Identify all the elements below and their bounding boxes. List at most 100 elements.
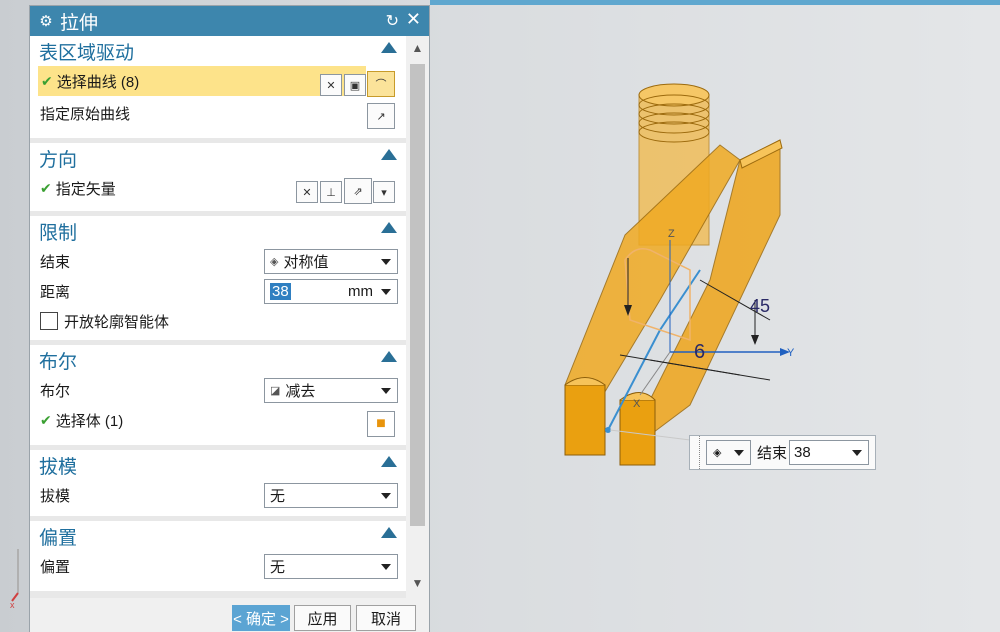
cancel-button[interactable]: 取消 xyxy=(356,605,416,631)
offset-combo[interactable]: 无 xyxy=(264,554,398,579)
curve-icon: ⌒ xyxy=(375,79,387,91)
section-header-offset[interactable]: 偏置 xyxy=(30,521,406,551)
draft-value: 无 xyxy=(270,488,286,505)
sketch-section-button[interactable]: ▣ xyxy=(344,74,366,96)
floating-limit-toolbar: ◈ 结束 38 xyxy=(689,435,876,470)
draft-row: 拔模 无 xyxy=(30,480,406,510)
svg-text:x: x xyxy=(10,600,15,609)
section-header-draft[interactable]: 拔模 xyxy=(30,450,406,480)
vector-dialog-button[interactable]: ⊥ xyxy=(320,181,342,203)
open-profile-row[interactable]: 开放轮廓智能体 xyxy=(30,306,406,336)
origin-curve-button[interactable]: ↗ xyxy=(367,103,395,129)
collapse-icon[interactable] xyxy=(381,527,397,538)
dialog-footer: < 确定 > 应用 取消 xyxy=(30,598,429,632)
axis-arrow-icon: ⇗ xyxy=(353,185,363,198)
cube-icon: ■ xyxy=(376,415,386,432)
close-icon[interactable]: ✕ xyxy=(406,9,421,30)
open-profile-checkbox[interactable] xyxy=(40,312,58,330)
crossed-arrows-icon: ✕ xyxy=(326,79,336,92)
open-profile-label: 开放轮廓智能体 xyxy=(64,313,170,331)
dimension-label-1[interactable]: 6 xyxy=(694,341,705,364)
check-icon: ✔ xyxy=(40,411,52,428)
section-header-limits[interactable]: 限制 xyxy=(30,216,406,246)
gear-icon[interactable]: ⚙ xyxy=(34,12,58,30)
chevron-down-icon xyxy=(734,450,744,456)
dialog-body: 表区域驱动 ✔ 选择曲线 (8) ✕ ▣ ⌒ 指定原始曲线 ↗ 方向 ✔ 指定矢… xyxy=(30,36,406,598)
curve-arrow-icon: ↗ xyxy=(376,110,386,123)
select-curve-label: 选择曲线 (8) xyxy=(56,73,140,91)
distance-label: 距离 xyxy=(40,283,71,301)
end-row: 结束 ◈ 对称值 xyxy=(30,246,406,276)
draft-label: 拔模 xyxy=(40,487,71,505)
boolean-row: 布尔 ◪ 减去 xyxy=(30,375,406,405)
distance-value: 38 xyxy=(270,283,291,300)
end-label: 结束 xyxy=(40,253,71,271)
origin-curve-row: 指定原始曲线 xyxy=(30,98,406,128)
offset-label: 偏置 xyxy=(40,558,71,576)
drag-grip[interactable] xyxy=(690,436,700,469)
boolean-value: 减去 xyxy=(285,383,316,400)
select-curve-button[interactable]: ⌒ xyxy=(367,71,395,97)
dialog-header: ⚙ 拉伸 ↻ ✕ xyxy=(30,6,429,36)
reverse-direction-button[interactable]: ✕ xyxy=(296,181,318,203)
chevron-down-icon xyxy=(381,259,391,265)
select-body-row[interactable]: ✔ 选择体 (1) xyxy=(30,405,406,435)
axis-label-x: X xyxy=(633,398,641,410)
end-combo[interactable]: ◈ 对称值 xyxy=(264,249,398,274)
chevron-down-icon: ▾ xyxy=(381,186,387,199)
collapse-icon[interactable] xyxy=(381,456,397,467)
axis-label-z: Z xyxy=(668,228,675,240)
distance-row: 距离 38 mm xyxy=(30,276,406,306)
float-value-combo[interactable]: 38 xyxy=(789,440,870,465)
select-body-label: 选择体 (1) xyxy=(55,412,124,430)
scroll-up-icon[interactable]: ▲ xyxy=(406,41,429,63)
section-title: 方向 xyxy=(39,149,78,171)
section-draft: 拔模 拔模 无 xyxy=(30,450,406,516)
section-header-region[interactable]: 表区域驱动 xyxy=(30,36,406,66)
chevron-down-icon xyxy=(381,388,391,394)
collapse-icon[interactable] xyxy=(381,42,397,53)
chevron-down-icon xyxy=(381,564,391,570)
boolean-combo[interactable]: ◪ 减去 xyxy=(264,378,398,403)
collapse-icon[interactable] xyxy=(381,351,397,362)
chevron-down-icon xyxy=(381,493,391,499)
section-boolean: 布尔 布尔 ◪ 减去 ✔ 选择体 (1) ■ xyxy=(30,345,406,445)
ok-button[interactable]: < 确定 > xyxy=(232,605,290,631)
scroll-down-icon[interactable]: ▼ xyxy=(406,576,429,598)
cube-icon: ◈ xyxy=(270,256,279,268)
check-icon: ✔ xyxy=(40,179,52,196)
dimension-label-2[interactable]: 45 xyxy=(750,296,770,317)
section-header-direction[interactable]: 方向 xyxy=(30,143,406,173)
float-type-combo[interactable]: ◈ xyxy=(706,440,751,465)
reset-icon[interactable]: ↻ xyxy=(386,11,399,31)
draft-combo[interactable]: 无 xyxy=(264,483,398,508)
select-curve-row[interactable]: ✔ 选择曲线 (8) xyxy=(38,66,366,96)
scroll-thumb[interactable] xyxy=(410,64,425,526)
origin-curve-label: 指定原始曲线 xyxy=(40,105,131,123)
offset-row: 偏置 无 xyxy=(30,551,406,581)
section-header-boolean[interactable]: 布尔 xyxy=(30,345,406,375)
distance-field[interactable]: 38 mm xyxy=(264,279,398,304)
section-title: 拔模 xyxy=(39,456,78,478)
collapse-icon[interactable] xyxy=(381,149,397,160)
axis-triad-icon: x xyxy=(10,549,19,609)
distance-unit: mm xyxy=(348,283,373,300)
inferred-vector-button[interactable]: ⇗ xyxy=(344,178,372,204)
dialog-scrollbar[interactable]: ▲ ▼ xyxy=(406,36,429,598)
section-title: 限制 xyxy=(39,222,78,244)
collapse-icon[interactable] xyxy=(381,222,397,233)
vector-dropdown-button[interactable]: ▾ xyxy=(373,181,395,203)
curve-rule-button[interactable]: ✕ xyxy=(320,74,342,96)
cube-icon: ◈ xyxy=(713,447,722,459)
apply-button[interactable]: 应用 xyxy=(294,605,351,631)
chevron-down-icon xyxy=(381,289,391,295)
crossed-arrows-icon: ✕ xyxy=(302,186,312,199)
sketch-icon: ▣ xyxy=(349,79,361,92)
section-title: 布尔 xyxy=(39,351,78,373)
end-value: 对称值 xyxy=(283,254,329,271)
float-value-text: 38 xyxy=(794,444,811,461)
subtract-icon: ◪ xyxy=(270,385,281,397)
chevron-down-icon xyxy=(852,450,863,456)
section-limits: 限制 结束 ◈ 对称值 距离 38 mm 开放轮廓智能体 xyxy=(30,216,406,340)
select-body-button[interactable]: ■ xyxy=(367,411,395,437)
